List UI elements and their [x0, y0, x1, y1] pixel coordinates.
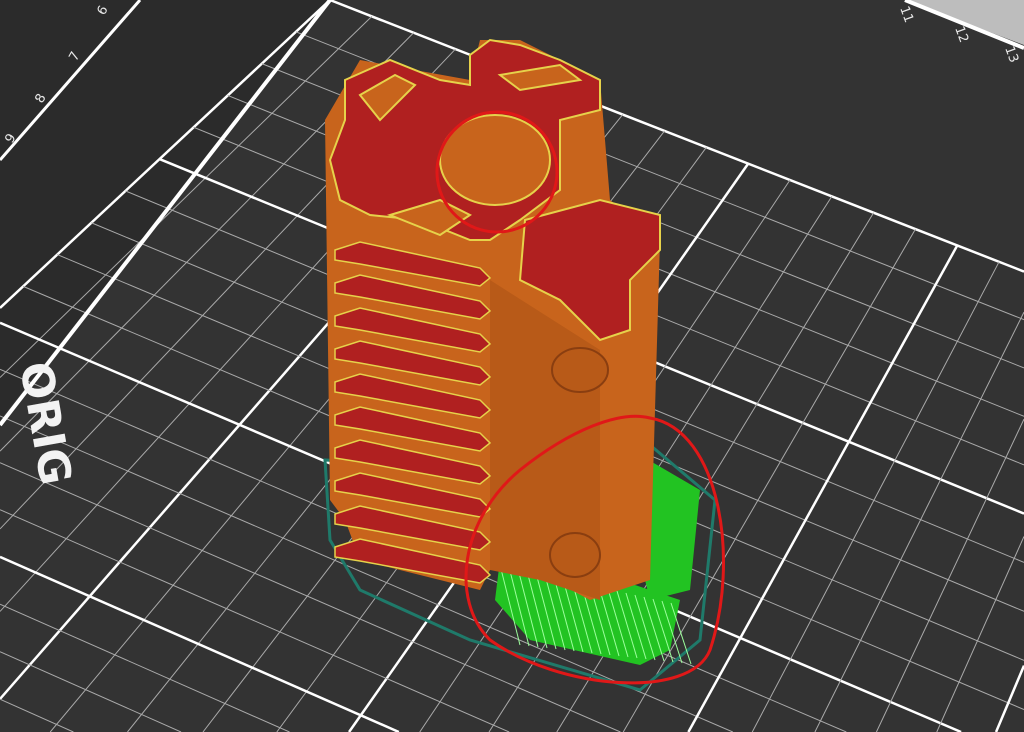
side-hole	[549, 532, 601, 578]
3d-preview-viewport[interactable]: 6 7 8 9 11 12 13 ORIG	[0, 0, 1024, 732]
side-hole	[551, 347, 609, 393]
